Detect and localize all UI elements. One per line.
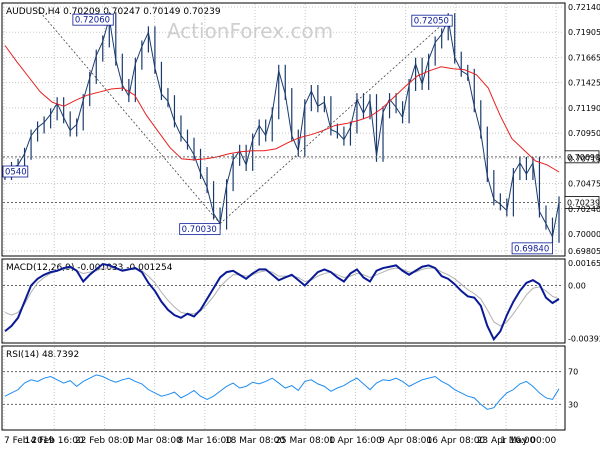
price-y-tick-label: 0.70950 — [568, 129, 600, 138]
annotation-label: 0.72060 — [75, 16, 110, 26]
macd-y-tick-label: 0.001659 — [568, 259, 600, 268]
chart-root: ActionForex.com AUDUSD,H4 0.70209 0.7024… — [0, 0, 600, 450]
x-tick-label: 1 Mar 08:00 — [127, 436, 182, 446]
x-tick-label: 25 Mar 08:00 — [275, 436, 335, 446]
price-y-tick-label: 0.70240 — [568, 205, 600, 214]
watermark: ActionForex.com — [167, 19, 333, 43]
rsi-plot — [3, 371, 563, 410]
price-y-tick-label: 0.70475 — [568, 180, 600, 189]
forex-chart: ActionForex.com AUDUSD,H4 0.70209 0.7024… — [1, 2, 600, 446]
annotation-label: 0.72050 — [414, 17, 449, 27]
rsi-y-tick-label: 30 — [568, 400, 578, 409]
price-y-tick-label: 0.71425 — [568, 79, 600, 88]
price-y-tick-label: 0.72140 — [568, 3, 600, 12]
price-y-tick-label: 0.71665 — [568, 53, 600, 62]
price-line — [4, 17, 560, 239]
price-y-tick-label: 0.69805 — [568, 247, 600, 256]
annotation-label: 0.69840 — [514, 244, 549, 254]
macd-y-tick-label: -0.003922 — [568, 334, 600, 343]
macd-line — [4, 262, 560, 342]
x-tick-label: 1 May 00:00 — [500, 436, 556, 446]
macd-plot — [3, 262, 563, 342]
rsi-title: RSI(14) 48.7392 — [6, 350, 79, 360]
trend-line — [219, 18, 449, 224]
annotation-label: 0540 — [5, 168, 27, 178]
macd-title: MACD(12,26,9) -0.001033 -0.001254 — [6, 263, 173, 273]
annotation-label: 0.70030 — [182, 225, 217, 235]
x-tick-label: 9 Apr 08:00 — [379, 436, 432, 446]
price-y-tick-label: 0.70715 — [568, 154, 600, 163]
price-y-tick-label: 0.71905 — [568, 28, 600, 37]
price-y-tick-label: 0.70000 — [568, 230, 600, 239]
rsi-panel-frame — [1, 345, 566, 431]
grid-lines — [3, 4, 563, 429]
moving-average-line — [4, 45, 560, 173]
price-plot: 0.706900.702390.72060 0.720500.700300.698… — [2, 8, 600, 254]
axis-labels: 7 Feb 201914 Feb 16:0022 Feb 08:001 Mar … — [4, 3, 600, 446]
rsi-y-tick-label: 70 — [568, 368, 578, 377]
x-tick-label: 1 Apr 16:00 — [329, 436, 382, 446]
x-tick-label: 22 Feb 08:00 — [75, 436, 134, 446]
macd-y-tick-label: 0.00 — [568, 282, 586, 291]
price-y-tick-label: 0.71190 — [568, 104, 600, 113]
